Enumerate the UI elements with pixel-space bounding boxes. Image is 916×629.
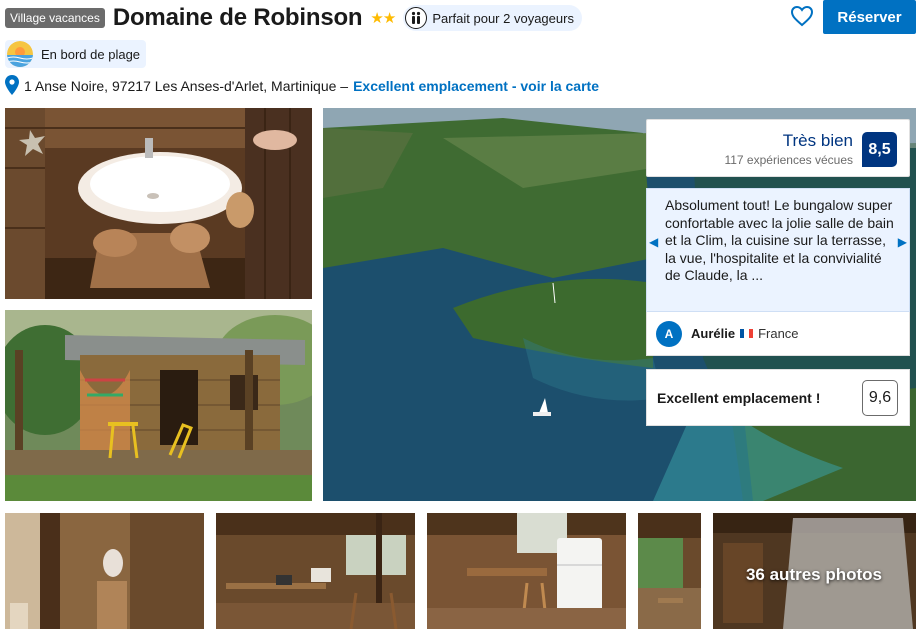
beach-badge: En bord de plage [5,40,147,68]
save-favorite-button[interactable] [788,3,816,29]
review-score-word: Très bien [782,131,853,150]
photo-thumb-terrace[interactable] [638,513,701,629]
address-text: 1 Anse Noire, 97217 Les Anses-d'Arlet, M… [24,78,349,94]
star-rating: ★★ [370,10,396,27]
property-type-badge: Village vacances [5,8,105,28]
more-photos-label[interactable]: 36 autres photos [713,565,915,585]
couple-badge[interactable]: Parfait pour 2 voyageurs [403,5,582,31]
chevron-right-icon[interactable]: ▶ [898,235,907,249]
pin-icon [5,74,19,98]
photo-thumb-living[interactable] [427,513,626,629]
avatar: A [656,320,682,347]
couple-label: Parfait pour 2 voyageurs [432,10,574,26]
location-label: Excellent emplacement ! [657,390,821,406]
review-quote-card: ◀ Absolument tout! Le bungalow super con… [646,188,910,312]
reviewer-country: France [758,326,799,341]
photo-thumb-shower[interactable] [5,513,204,629]
reserve-button[interactable]: Réserver [823,0,916,34]
photo-bathroom[interactable] [5,108,312,299]
reviewer-name: Aurélie [691,326,736,341]
location-score-card[interactable]: Excellent emplacement ! 9,6 [646,369,910,426]
hotel-title: Domaine de Robinson [112,4,363,31]
france-flag-icon [740,329,754,338]
photo-thumb-kitchen[interactable] [216,513,415,629]
review-score-card[interactable]: Très bien 117 expériences vécues 8,5 [646,119,910,177]
address-row: 1 Anse Noire, 97217 Les Anses-d'Arlet, M… [5,74,599,98]
beach-label: En bord de plage [41,46,141,62]
header-row: Village vacances Domaine de Robinson ★★ … [5,4,582,32]
photo-bungalow[interactable] [5,310,312,501]
beach-icon [7,41,33,67]
review-quote-text: Absolument tout! Le bungalow super confo… [665,197,894,283]
couple-icon [405,7,428,29]
chevron-left-icon[interactable]: ◀ [649,235,658,249]
review-count: 117 expériences vécues [724,153,853,167]
review-score-badge: 8,5 [862,132,897,167]
reviewer-card: A Aurélie France [646,312,910,356]
heart-icon [790,5,814,27]
location-score: 9,6 [862,380,898,416]
map-link[interactable]: Excellent emplacement - voir la carte [353,78,599,94]
